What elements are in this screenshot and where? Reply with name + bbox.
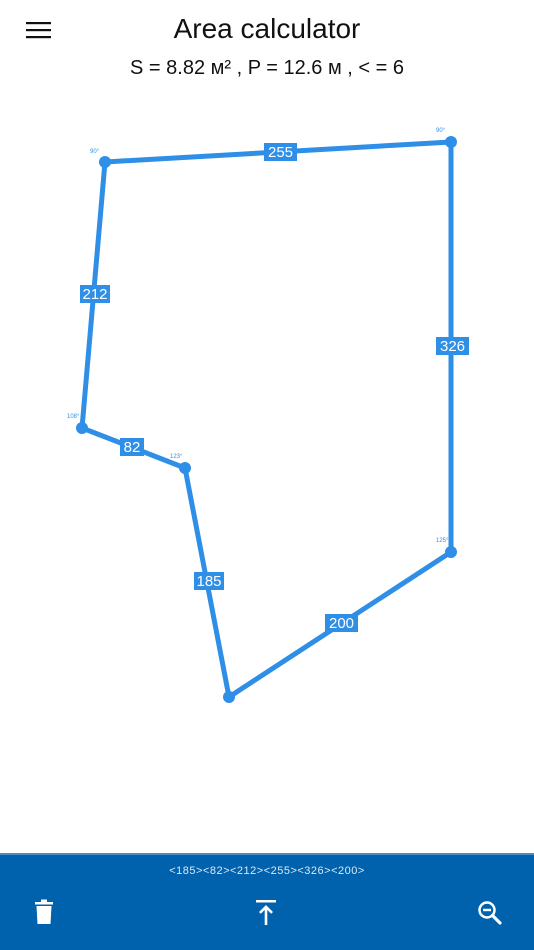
vertex-handle[interactable] <box>445 546 457 558</box>
vertex-handle[interactable] <box>99 156 111 168</box>
trash-icon <box>35 899 53 924</box>
area-perimeter-summary: S = 8.82 м² , P = 12.6 м , < = 6 <box>130 57 404 79</box>
upload-icon <box>256 900 276 925</box>
app-header: Area calculator S = 8.82 м² , P = 12.6 м… <box>0 0 534 90</box>
svg-text:82: 82 <box>124 439 141 456</box>
drawing-canvas[interactable]: 90° 90° 125° 123° 108° 255 326 200 185 8… <box>0 0 534 855</box>
vertex-handle[interactable] <box>223 691 235 703</box>
vertex-handle[interactable] <box>445 136 457 148</box>
svg-text:326: 326 <box>440 338 465 355</box>
edge-length-label[interactable]: 255 <box>264 143 297 161</box>
page-title: Area calculator <box>173 13 361 44</box>
svg-text:212: 212 <box>82 286 107 303</box>
zoom-out-icon <box>478 901 502 925</box>
edge-length-label[interactable]: 212 <box>80 285 110 303</box>
vertex-angle-label: 125° <box>436 538 449 544</box>
edge-sequence: <185><82><212><255><326><200> <box>169 865 365 877</box>
svg-text:200: 200 <box>329 615 354 632</box>
edge-length-label[interactable]: 82 <box>120 438 144 456</box>
vertex-handle[interactable] <box>76 422 88 434</box>
delete-button[interactable] <box>24 895 64 931</box>
vertex-angle-label: 123° <box>170 454 183 460</box>
zoom-out-button[interactable] <box>470 895 510 931</box>
vertex-angle-label: 90° <box>436 128 446 134</box>
vertex-angle-label: 108° <box>67 414 80 420</box>
edge-length-label[interactable]: 200 <box>325 614 358 632</box>
polygon-outline <box>79 139 454 700</box>
export-button[interactable] <box>246 895 286 931</box>
edge-length-label[interactable]: 326 <box>436 337 469 355</box>
vertex-handle[interactable] <box>179 462 191 474</box>
app-screen: 90° 90° 125° 123° 108° 255 326 200 185 8… <box>0 0 534 950</box>
edge-length-label[interactable]: 185 <box>194 572 224 590</box>
svg-text:185: 185 <box>196 573 221 590</box>
svg-text:255: 255 <box>268 144 293 161</box>
bottom-toolbar: <185><82><212><255><326><200> <box>0 853 534 950</box>
vertex-angle-label: 90° <box>90 149 100 155</box>
